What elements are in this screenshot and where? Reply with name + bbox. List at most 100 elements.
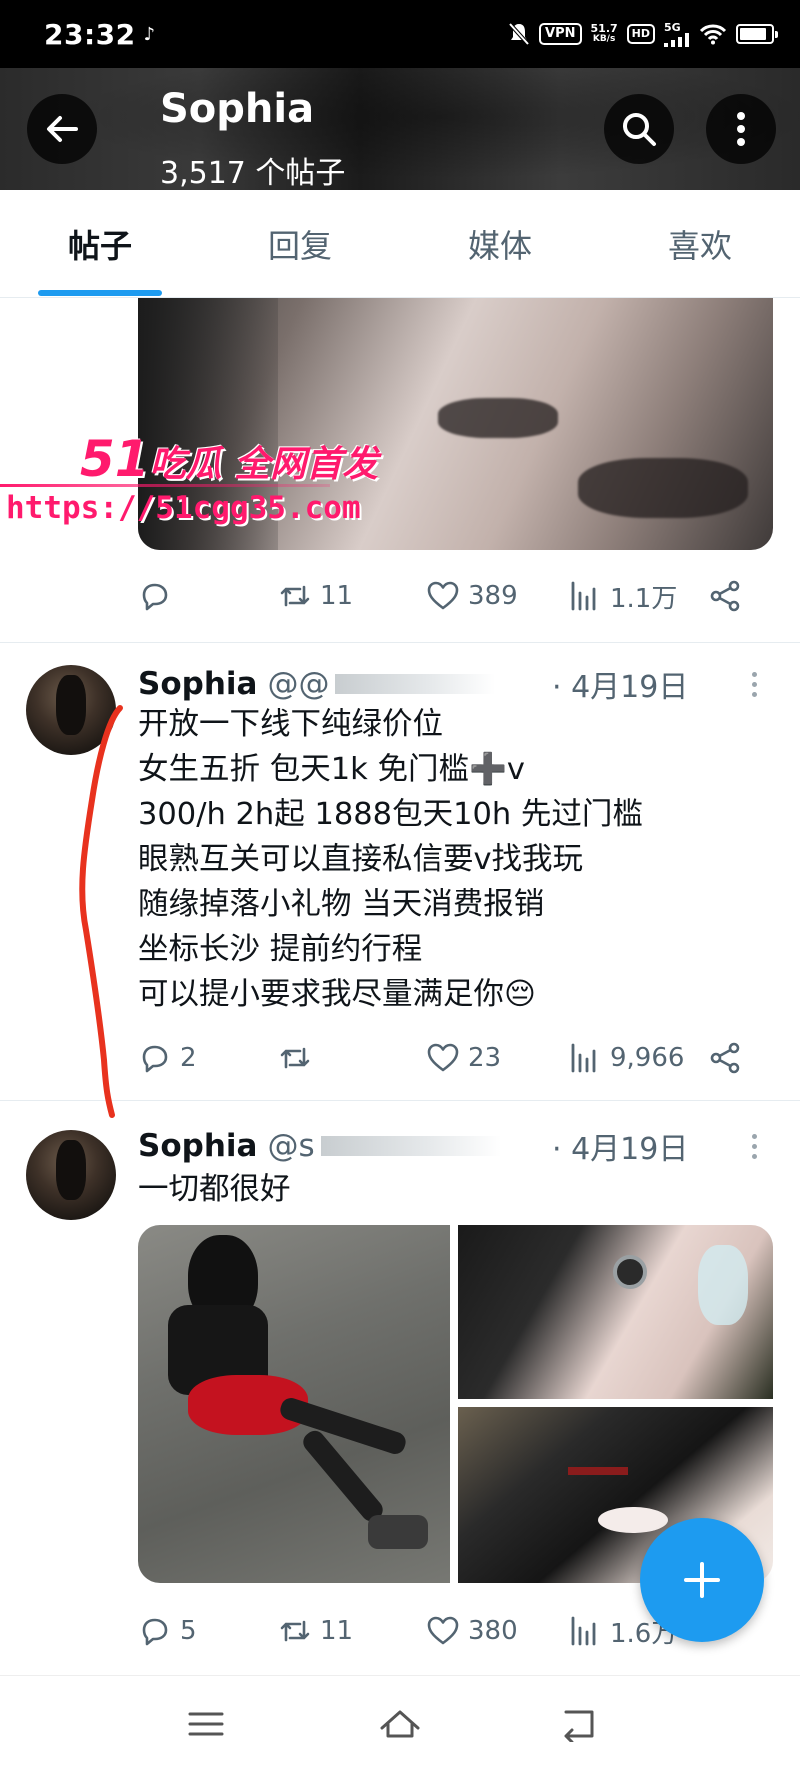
tab-posts[interactable]: 帖子	[0, 190, 200, 298]
watermark-title: 51吃瓜 全网首发	[80, 430, 378, 488]
figure-detail	[568, 1467, 628, 1475]
menu-icon	[188, 1712, 224, 1736]
tattoo-shape	[438, 398, 558, 438]
figure-object	[698, 1245, 748, 1325]
reply-icon	[142, 1045, 168, 1073]
reply-button[interactable]: 5	[138, 1611, 197, 1651]
like-button[interactable]: 380	[426, 1611, 518, 1651]
post-more-button[interactable]	[744, 664, 764, 704]
back-nav-button[interactable]	[550, 1696, 606, 1752]
figure-hand	[598, 1507, 668, 1533]
status-indicators: VPN 51.7 KB/s HD 5G	[508, 22, 778, 47]
net-speed-value: 51.7	[590, 22, 618, 35]
post-text: 一切都很好	[138, 1172, 291, 1207]
post-date: · 4月19日	[552, 1132, 689, 1167]
post-date: · 4月19日	[552, 670, 689, 705]
tab-replies[interactable]: 回复	[200, 190, 400, 298]
avatar[interactable]	[26, 665, 116, 755]
profile-name: Sophia	[160, 86, 315, 132]
share-button[interactable]	[708, 576, 742, 616]
post-divider	[0, 642, 800, 643]
reply-button[interactable]	[138, 576, 180, 616]
figure-eye	[613, 1255, 647, 1289]
home-icon	[380, 1710, 420, 1738]
tab-media[interactable]: 媒体	[400, 190, 600, 298]
author-name[interactable]: Sophia	[138, 666, 257, 702]
author-handle[interactable]: @s	[267, 1128, 314, 1164]
views-button[interactable]: 9,966	[568, 1038, 684, 1078]
wifi-icon	[699, 24, 727, 45]
watermark-text: 吃瓜 全网首发	[149, 444, 379, 485]
watermark-url: https://51cgg35.com	[6, 490, 361, 526]
post-count: 3,517 个帖子	[160, 156, 346, 191]
home-nav-button[interactable]	[372, 1696, 428, 1752]
reply-count: 2	[180, 1043, 197, 1073]
reply-count: 5	[180, 1616, 197, 1646]
views-button[interactable]: 1.1万	[568, 576, 677, 616]
net-speed: 51.7 KB/s	[591, 23, 618, 45]
retweet-button[interactable]	[278, 1038, 320, 1078]
like-count: 380	[468, 1616, 518, 1646]
retweet-button[interactable]: 11	[278, 576, 353, 616]
more-options-button[interactable]	[706, 94, 776, 164]
views-count: 9,966	[610, 1043, 685, 1073]
compose-button[interactable]	[640, 1518, 764, 1642]
menu-nav-button[interactable]	[178, 1696, 234, 1752]
like-button[interactable]: 23	[426, 1038, 501, 1078]
views-icon	[571, 1616, 596, 1646]
active-tab-indicator	[38, 290, 162, 296]
handle-redacted	[320, 1136, 501, 1156]
figure-boot	[368, 1515, 428, 1549]
retweet-count: 11	[320, 581, 354, 611]
reply-icon	[142, 1618, 168, 1646]
search-button[interactable]	[604, 94, 674, 164]
reply-icon	[142, 583, 168, 611]
search-icon	[623, 113, 656, 146]
avatar[interactable]	[26, 1130, 116, 1220]
retweet-icon	[280, 1047, 310, 1069]
handle-redacted	[335, 674, 496, 694]
battery-icon	[736, 24, 778, 44]
status-bar: 23:32 ♪ VPN 51.7 KB/s HD 5G	[0, 0, 800, 68]
author-handle[interactable]: @@	[267, 666, 329, 702]
reply-button[interactable]: 2	[138, 1038, 197, 1078]
heart-icon	[427, 1616, 459, 1645]
post-actions: 2 23 9,966	[138, 1038, 758, 1078]
retweet-icon	[280, 1620, 310, 1642]
share-button[interactable]	[708, 1038, 742, 1078]
author-name[interactable]: Sophia	[138, 1128, 257, 1164]
retweet-button[interactable]: 11	[278, 1611, 353, 1651]
back-nav-icon	[564, 1710, 594, 1742]
plus-icon	[684, 1562, 720, 1598]
watermark-number: 51	[80, 430, 150, 488]
like-button[interactable]: 389	[426, 576, 518, 616]
cellular-signal: 5G	[664, 22, 690, 47]
tiktok-notification-icon: ♪	[143, 23, 156, 45]
tab-likes[interactable]: 喜欢	[600, 190, 800, 298]
views-icon	[571, 1043, 596, 1073]
watermark-line	[0, 484, 330, 487]
profile-tabs: 帖子 回复 媒体 喜欢	[0, 190, 800, 298]
net-speed-unit: KB/s	[592, 34, 616, 44]
post-text: 开放一下线下纯绿价位 女生五折 包天1k 免门槛➕v 300/h 2h起 188…	[138, 707, 643, 1012]
share-icon	[710, 1042, 740, 1074]
views-icon	[571, 581, 596, 611]
post-header: Sophia @s	[138, 1126, 501, 1166]
more-vertical-icon	[737, 112, 745, 146]
heart-icon	[427, 1043, 459, 1072]
post-more-button[interactable]	[744, 1126, 764, 1166]
signal-bars-icon	[664, 32, 689, 47]
back-button[interactable]	[27, 94, 97, 164]
post-image[interactable]	[458, 1225, 773, 1399]
share-icon	[710, 580, 740, 612]
network-type: 5G	[664, 20, 681, 34]
retweet-count: 11	[320, 1616, 354, 1646]
arrow-left-icon	[47, 116, 78, 142]
heart-icon	[427, 581, 459, 610]
hd-badge: HD	[626, 24, 655, 44]
post-image[interactable]	[138, 1225, 450, 1583]
retweet-icon	[280, 585, 310, 607]
post-actions: 11 389 1.1万	[138, 576, 758, 616]
like-count: 23	[468, 1043, 502, 1073]
like-count: 389	[468, 581, 518, 611]
